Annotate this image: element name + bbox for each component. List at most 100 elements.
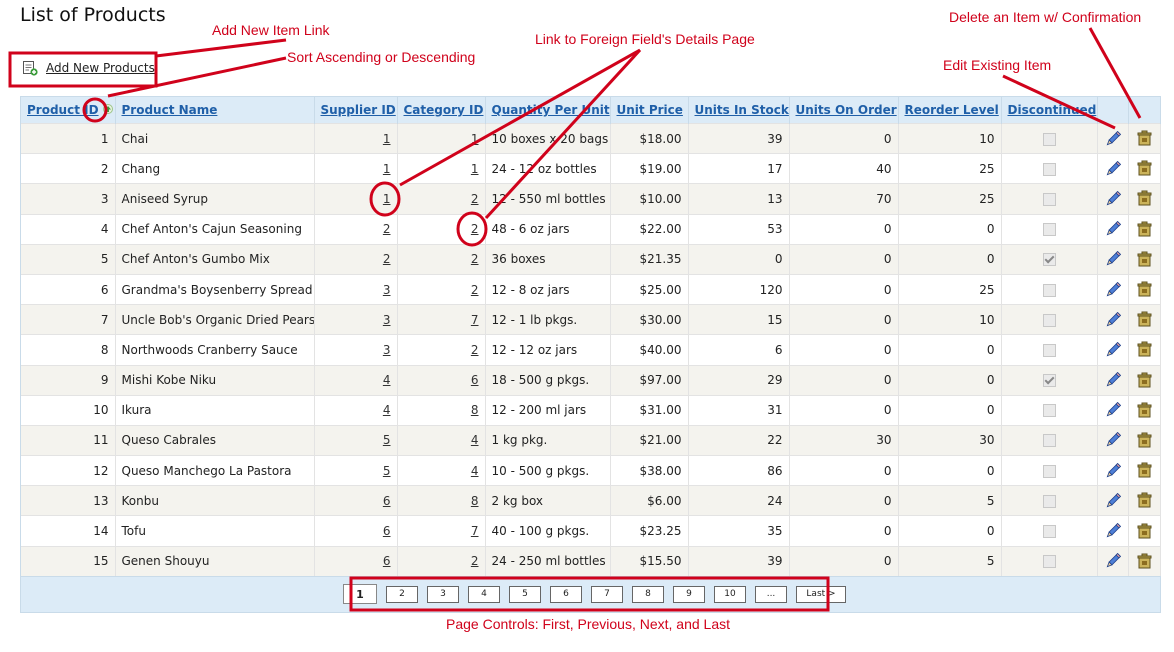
delete-button[interactable] <box>1128 364 1161 396</box>
trash-delete-icon[interactable] <box>1135 341 1154 358</box>
supplier-id-link[interactable]: 6 <box>383 494 391 508</box>
col-units-on-order[interactable]: Units On Order <box>789 97 899 124</box>
pager-page-3[interactable]: 3 <box>427 585 459 603</box>
pager-last-button[interactable]: Last > <box>796 585 846 603</box>
pencil-edit-icon[interactable] <box>1104 371 1122 389</box>
category-id-link[interactable]: 2 <box>471 222 479 236</box>
delete-button[interactable] <box>1128 213 1161 245</box>
trash-delete-icon[interactable] <box>1135 311 1154 328</box>
pencil-edit-icon[interactable] <box>1104 160 1122 178</box>
edit-button[interactable] <box>1097 304 1129 335</box>
trash-delete-icon[interactable] <box>1135 221 1154 238</box>
pager-page-6[interactable]: 6 <box>550 585 582 603</box>
pencil-edit-icon[interactable] <box>1104 250 1122 268</box>
delete-button[interactable] <box>1128 273 1161 305</box>
supplier-id-link[interactable]: 4 <box>383 403 391 417</box>
category-id-link[interactable]: 6 <box>471 373 479 387</box>
delete-button[interactable] <box>1128 394 1161 426</box>
pager-page-4[interactable]: 4 <box>468 585 500 603</box>
delete-button[interactable] <box>1128 153 1161 184</box>
pager-page-9[interactable]: 9 <box>673 585 705 603</box>
category-id-link[interactable]: 2 <box>471 554 479 568</box>
pencil-edit-icon[interactable] <box>1104 462 1122 480</box>
trash-delete-icon[interactable] <box>1135 251 1154 268</box>
pencil-edit-icon[interactable] <box>1104 130 1122 148</box>
edit-button[interactable] <box>1097 183 1129 215</box>
delete-button[interactable] <box>1128 545 1161 576</box>
sort-link-category-id[interactable]: Category ID <box>404 103 484 117</box>
pencil-edit-icon[interactable] <box>1104 522 1122 540</box>
delete-button[interactable] <box>1128 334 1161 365</box>
trash-delete-icon[interactable] <box>1135 130 1154 147</box>
delete-button[interactable] <box>1128 424 1161 456</box>
supplier-id-link[interactable]: 5 <box>383 464 391 478</box>
category-id-link[interactable]: 4 <box>471 464 479 478</box>
col-supplier-id[interactable]: Supplier ID <box>314 97 398 124</box>
col-quantity-per-unit[interactable]: Quantity Per Unit <box>485 97 611 124</box>
sort-link-product-name[interactable]: Product Name <box>122 103 218 117</box>
sort-link-units-on-order[interactable]: Units On Order <box>796 103 897 117</box>
pencil-edit-icon[interactable] <box>1104 341 1122 359</box>
category-id-link[interactable]: 2 <box>471 343 479 357</box>
category-id-link[interactable]: 4 <box>471 433 479 447</box>
pager-page-5[interactable]: 5 <box>509 585 541 603</box>
pager-page-8[interactable]: 8 <box>632 585 664 603</box>
sort-up-arrow-icon[interactable] <box>102 103 113 117</box>
supplier-id-link[interactable]: 3 <box>383 283 391 297</box>
supplier-id-link[interactable]: 1 <box>383 162 391 176</box>
pager-more-button[interactable]: ... <box>755 585 787 603</box>
delete-button[interactable] <box>1128 515 1161 547</box>
category-id-link[interactable]: 2 <box>471 192 479 206</box>
category-id-link[interactable]: 8 <box>471 494 479 508</box>
edit-button[interactable] <box>1097 455 1129 486</box>
sort-link-supplier-id[interactable]: Supplier ID <box>321 103 396 117</box>
category-id-link[interactable]: 7 <box>471 313 479 327</box>
category-id-link[interactable]: 1 <box>471 162 479 176</box>
trash-delete-icon[interactable] <box>1135 372 1154 389</box>
col-reorder-level[interactable]: Reorder Level <box>898 97 1002 124</box>
sort-link-units-in-stock[interactable]: Units In Stock <box>695 103 789 117</box>
pager-page-2[interactable]: 2 <box>386 585 418 603</box>
supplier-id-link[interactable]: 6 <box>383 554 391 568</box>
pencil-edit-icon[interactable] <box>1104 311 1122 329</box>
col-unit-price[interactable]: Unit Price <box>610 97 689 124</box>
pencil-edit-icon[interactable] <box>1104 220 1122 238</box>
edit-button[interactable] <box>1097 243 1129 275</box>
supplier-id-link[interactable]: 2 <box>383 222 391 236</box>
pencil-edit-icon[interactable] <box>1104 552 1122 570</box>
supplier-id-link[interactable]: 5 <box>383 433 391 447</box>
delete-button[interactable] <box>1128 485 1161 516</box>
col-discontinued[interactable]: Discontinued <box>1001 97 1098 124</box>
add-new-products-link[interactable]: Add New Products <box>46 61 155 75</box>
delete-button[interactable] <box>1128 183 1161 215</box>
edit-button[interactable] <box>1097 424 1129 456</box>
pager-page-1[interactable]: 1 <box>343 584 377 605</box>
edit-button[interactable] <box>1097 545 1129 576</box>
sort-link-unit-price[interactable]: Unit Price <box>617 103 683 117</box>
col-units-in-stock[interactable]: Units In Stock <box>688 97 790 124</box>
edit-button[interactable] <box>1097 213 1129 245</box>
edit-button[interactable] <box>1097 273 1129 305</box>
supplier-id-link[interactable]: 2 <box>383 252 391 266</box>
edit-button[interactable] <box>1097 334 1129 365</box>
edit-button[interactable] <box>1097 485 1129 516</box>
edit-button[interactable] <box>1097 394 1129 426</box>
pencil-edit-icon[interactable] <box>1104 431 1122 449</box>
trash-delete-icon[interactable] <box>1135 160 1154 177</box>
trash-delete-icon[interactable] <box>1135 432 1154 449</box>
sort-link-product-id[interactable]: Product ID <box>27 103 99 117</box>
trash-delete-icon[interactable] <box>1135 190 1154 207</box>
pencil-edit-icon[interactable] <box>1104 401 1122 419</box>
pager-page-10[interactable]: 10 <box>714 585 746 603</box>
category-id-link[interactable]: 1 <box>471 132 479 146</box>
trash-delete-icon[interactable] <box>1135 523 1154 540</box>
category-id-link[interactable]: 2 <box>471 283 479 297</box>
col-product-name[interactable]: Product Name <box>115 97 315 124</box>
supplier-id-link[interactable]: 6 <box>383 524 391 538</box>
supplier-id-link[interactable]: 1 <box>383 132 391 146</box>
trash-delete-icon[interactable] <box>1135 462 1154 479</box>
sort-link-quantity[interactable]: Quantity Per Unit <box>492 103 610 117</box>
supplier-id-link[interactable]: 3 <box>383 343 391 357</box>
col-category-id[interactable]: Category ID <box>397 97 486 124</box>
edit-button[interactable] <box>1097 515 1129 547</box>
